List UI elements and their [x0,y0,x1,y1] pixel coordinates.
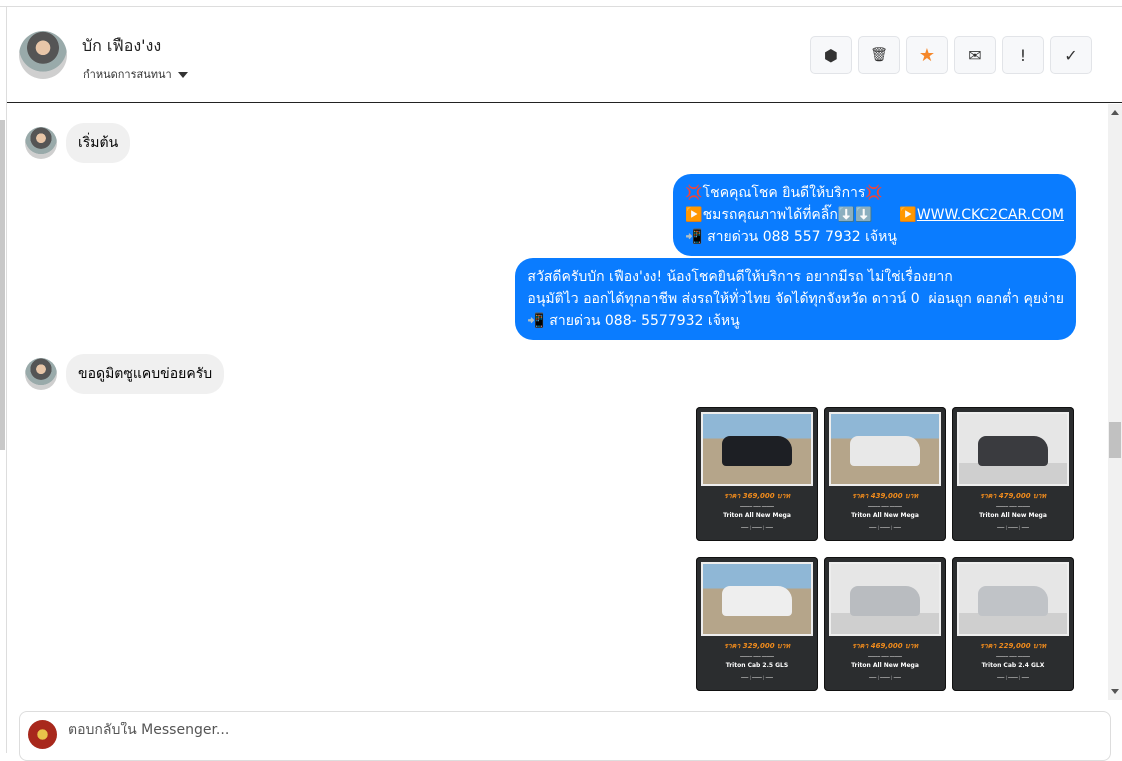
car-price: ราคา 369,000 บาท [723,492,791,500]
scroll-up-arrow[interactable] [1111,110,1119,115]
star-icon: ★ [918,44,936,66]
reply-input[interactable] [68,722,1068,738]
car-price: ราคา 329,000 บาท [723,642,791,650]
message-line: 📲 สายด่วน 088 557 7932 เจ้หนู [685,229,897,245]
contact-avatar-small [25,358,57,390]
car-price: ราคา 469,000 บาท [851,642,919,650]
car-shape [850,436,920,466]
report-button[interactable]: ⬢ [810,36,852,74]
envelope-icon: ✉ [968,45,982,65]
car-model: Triton Cab 2.5 GLS [725,662,789,669]
scrollbar-thumb[interactable] [1109,422,1121,458]
contact-name: บัก เฟือง'งง [82,36,162,55]
contact-avatar[interactable] [19,31,67,79]
message-row-incoming: ขอดูมิตซูแคบข่อยครับ [25,354,225,394]
car-model: Triton All New Mega [979,512,1047,519]
message-list: เริ่มต้น 💢โชคคุณโชค ยินดีให้บริการ💢 ▶️ชมร… [7,104,1108,700]
message-text: ▶️ชมรถคุณภาพได้ที่คลิ๊ก⬇️⬇️ ▶️ [685,207,917,223]
car-model: Triton All New Mega [851,662,919,669]
message-line: ▶️ชมรถคุณภาพได้ที่คลิ๊ก⬇️⬇️ ▶️WWW.CKC2CA… [685,204,1064,226]
car-meta: ━━━ | ━━━━ | ━━━ [869,675,901,680]
car-photo [957,562,1069,636]
car-listing-card[interactable]: ราคา 479,000 บาท ━━━━━ ━━━ ━━━━━ Triton … [952,407,1074,541]
car-details: ━━━━━ ━━━ ━━━━━ [740,654,774,659]
car-shape [722,436,792,466]
trash-icon: 🗑 [870,47,888,63]
car-shape [850,586,920,616]
car-photo [829,562,941,636]
message-row-incoming: เริ่มต้น [25,123,131,163]
car-photo [701,412,813,486]
car-details: ━━━━━ ━━━ ━━━━━ [996,654,1030,659]
car-details: ━━━━━ ━━━ ━━━━━ [996,504,1030,509]
scroll-down-arrow[interactable] [1111,689,1119,694]
car-meta: ━━━ | ━━━━ | ━━━ [741,675,773,680]
car-listing-card[interactable]: ราคา 229,000 บาท ━━━━━ ━━━ ━━━━━ Triton … [952,557,1074,691]
caret-down-icon [177,72,188,78]
website-link[interactable]: WWW.CKC2CAR.COM [917,207,1064,223]
car-photo [829,412,941,486]
car-model: Triton All New Mega [723,512,791,519]
mark-done-button[interactable]: ✓ [1050,36,1092,74]
car-details: ━━━━━ ━━━ ━━━━━ [868,504,902,509]
exclamation-icon: ! [1019,45,1027,65]
car-shape [978,586,1048,616]
car-details: ━━━━━ ━━━ ━━━━━ [868,654,902,659]
conversation-settings-label: กำหนดการสนทนา [83,68,172,81]
car-meta: ━━━ | ━━━━ | ━━━ [997,525,1029,530]
car-model: Triton Cab 2.4 GLX [981,662,1045,669]
car-listing-card[interactable]: ราคา 369,000 บาท ━━━━━ ━━━ ━━━━━ Triton … [696,407,818,541]
check-icon: ✓ [1064,45,1078,65]
page-avatar [28,720,57,749]
car-price: ราคา 229,000 บาท [979,642,1047,650]
message-bubble: เริ่มต้น [66,123,131,163]
header-actions: ⬢ 🗑 ★ ✉ ! ✓ [810,36,1092,74]
mark-unread-button[interactable]: ✉ [954,36,996,74]
car-listing-card[interactable]: ราคา 439,000 บาท ━━━━━ ━━━ ━━━━━ Triton … [824,407,946,541]
car-meta: ━━━ | ━━━━ | ━━━ [869,525,901,530]
message-bubble: ขอดูมิตซูแคบข่อยครับ [66,354,225,394]
car-shape [722,586,792,616]
car-meta: ━━━ | ━━━━ | ━━━ [997,675,1029,680]
car-photo [701,562,813,636]
reply-composer [19,711,1111,761]
car-photo [957,412,1069,486]
star-button[interactable]: ★ [906,36,948,74]
alert-octagon-icon: ⬢ [824,45,838,65]
car-listing-card[interactable]: ราคา 329,000 บาท ━━━━━ ━━━ ━━━━━ Triton … [696,557,818,691]
car-shape [978,436,1048,466]
flag-button[interactable]: ! [1002,36,1044,74]
car-model: Triton All New Mega [851,512,919,519]
car-price: ราคา 439,000 บาท [851,492,919,500]
car-details: ━━━━━ ━━━ ━━━━━ [740,504,774,509]
conversation-header: บัก เฟือง'งง กำหนดการสนทนา ⬢ 🗑 ★ ✉ ! ✓ [7,7,1122,103]
message-line: 💢โชคคุณโชค ยินดีให้บริการ💢 [685,185,883,201]
conversation-settings-dropdown[interactable]: กำหนดการสนทนา [83,65,188,83]
car-price: ราคา 479,000 บาท [979,492,1047,500]
car-listing-card[interactable]: ราคา 469,000 บาท ━━━━━ ━━━ ━━━━━ Triton … [824,557,946,691]
car-meta: ━━━ | ━━━━ | ━━━ [741,525,773,530]
left-panel-scrollbar[interactable] [0,120,5,450]
message-bubble-outgoing: 💢โชคคุณโชค ยินดีให้บริการ💢 ▶️ชมรถคุณภาพได… [673,174,1076,256]
delete-button[interactable]: 🗑 [858,36,900,74]
chat-scrollbar[interactable] [1108,104,1122,700]
message-bubble-outgoing: สวัสดีครับบัก เฟือง'งง! น้องโชคยินดีให้บ… [515,258,1076,340]
contact-avatar-small [25,127,57,159]
